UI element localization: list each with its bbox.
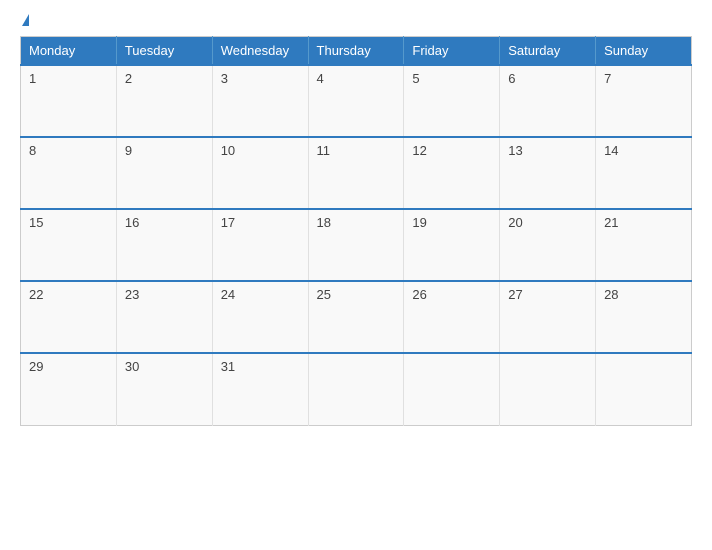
calendar-cell: 24 bbox=[212, 281, 308, 353]
calendar-cell: 9 bbox=[116, 137, 212, 209]
calendar-cell bbox=[500, 353, 596, 425]
day-number: 7 bbox=[604, 71, 611, 86]
day-number: 16 bbox=[125, 215, 139, 230]
calendar-cell: 25 bbox=[308, 281, 404, 353]
calendar-cell: 17 bbox=[212, 209, 308, 281]
day-number: 28 bbox=[604, 287, 618, 302]
calendar-cell: 18 bbox=[308, 209, 404, 281]
day-number: 30 bbox=[125, 359, 139, 374]
day-number: 22 bbox=[29, 287, 43, 302]
calendar-cell: 20 bbox=[500, 209, 596, 281]
calendar-cell: 8 bbox=[21, 137, 117, 209]
logo bbox=[20, 14, 29, 26]
day-number: 17 bbox=[221, 215, 235, 230]
day-of-week-monday: Monday bbox=[21, 37, 117, 66]
day-number: 12 bbox=[412, 143, 426, 158]
calendar-cell: 31 bbox=[212, 353, 308, 425]
day-number: 3 bbox=[221, 71, 228, 86]
day-number: 5 bbox=[412, 71, 419, 86]
day-number: 26 bbox=[412, 287, 426, 302]
day-number: 20 bbox=[508, 215, 522, 230]
week-row-3: 15 16 17 18 19 20 21 bbox=[21, 209, 692, 281]
day-of-week-friday: Friday bbox=[404, 37, 500, 66]
day-number: 15 bbox=[29, 215, 43, 230]
day-number: 1 bbox=[29, 71, 36, 86]
calendar-cell: 19 bbox=[404, 209, 500, 281]
day-number: 6 bbox=[508, 71, 515, 86]
day-number: 2 bbox=[125, 71, 132, 86]
calendar-cell: 6 bbox=[500, 65, 596, 137]
day-of-week-wednesday: Wednesday bbox=[212, 37, 308, 66]
day-number: 14 bbox=[604, 143, 618, 158]
day-number: 8 bbox=[29, 143, 36, 158]
day-number: 24 bbox=[221, 287, 235, 302]
day-number: 19 bbox=[412, 215, 426, 230]
week-row-4: 22 23 24 25 26 27 28 bbox=[21, 281, 692, 353]
day-number: 27 bbox=[508, 287, 522, 302]
day-number: 29 bbox=[29, 359, 43, 374]
calendar-cell: 4 bbox=[308, 65, 404, 137]
calendar-cell: 28 bbox=[596, 281, 692, 353]
day-of-week-saturday: Saturday bbox=[500, 37, 596, 66]
day-number: 23 bbox=[125, 287, 139, 302]
calendar-cell: 13 bbox=[500, 137, 596, 209]
day-of-week-tuesday: Tuesday bbox=[116, 37, 212, 66]
calendar-header bbox=[20, 10, 692, 30]
calendar-cell bbox=[596, 353, 692, 425]
days-of-week-row: MondayTuesdayWednesdayThursdayFridaySatu… bbox=[21, 37, 692, 66]
day-number: 4 bbox=[317, 71, 324, 86]
day-number: 9 bbox=[125, 143, 132, 158]
calendar-cell: 22 bbox=[21, 281, 117, 353]
calendar-cell: 14 bbox=[596, 137, 692, 209]
day-number: 31 bbox=[221, 359, 235, 374]
week-row-1: 1 2 3 4 5 6 7 bbox=[21, 65, 692, 137]
calendar-cell: 5 bbox=[404, 65, 500, 137]
day-number: 21 bbox=[604, 215, 618, 230]
calendar-cell: 7 bbox=[596, 65, 692, 137]
calendar-cell: 11 bbox=[308, 137, 404, 209]
calendar-cell: 12 bbox=[404, 137, 500, 209]
week-row-5: 29 30 31 bbox=[21, 353, 692, 425]
calendar-cell: 3 bbox=[212, 65, 308, 137]
day-number: 13 bbox=[508, 143, 522, 158]
calendar-cell: 30 bbox=[116, 353, 212, 425]
day-of-week-sunday: Sunday bbox=[596, 37, 692, 66]
calendar-cell: 27 bbox=[500, 281, 596, 353]
calendar-table: MondayTuesdayWednesdayThursdayFridaySatu… bbox=[20, 36, 692, 426]
calendar-cell: 15 bbox=[21, 209, 117, 281]
calendar-cell bbox=[308, 353, 404, 425]
day-number: 11 bbox=[317, 143, 331, 158]
calendar-cell: 23 bbox=[116, 281, 212, 353]
calendar-cell: 21 bbox=[596, 209, 692, 281]
day-number: 25 bbox=[317, 287, 331, 302]
calendar-cell: 26 bbox=[404, 281, 500, 353]
calendar-cell bbox=[404, 353, 500, 425]
calendar-cell: 2 bbox=[116, 65, 212, 137]
day-number: 10 bbox=[221, 143, 235, 158]
calendar-cell: 10 bbox=[212, 137, 308, 209]
day-number: 18 bbox=[317, 215, 331, 230]
calendar-cell: 29 bbox=[21, 353, 117, 425]
calendar-cell: 16 bbox=[116, 209, 212, 281]
calendar-cell: 1 bbox=[21, 65, 117, 137]
day-of-week-thursday: Thursday bbox=[308, 37, 404, 66]
week-row-2: 8 9 10 11 12 13 14 bbox=[21, 137, 692, 209]
logo-triangle-icon bbox=[22, 14, 29, 26]
